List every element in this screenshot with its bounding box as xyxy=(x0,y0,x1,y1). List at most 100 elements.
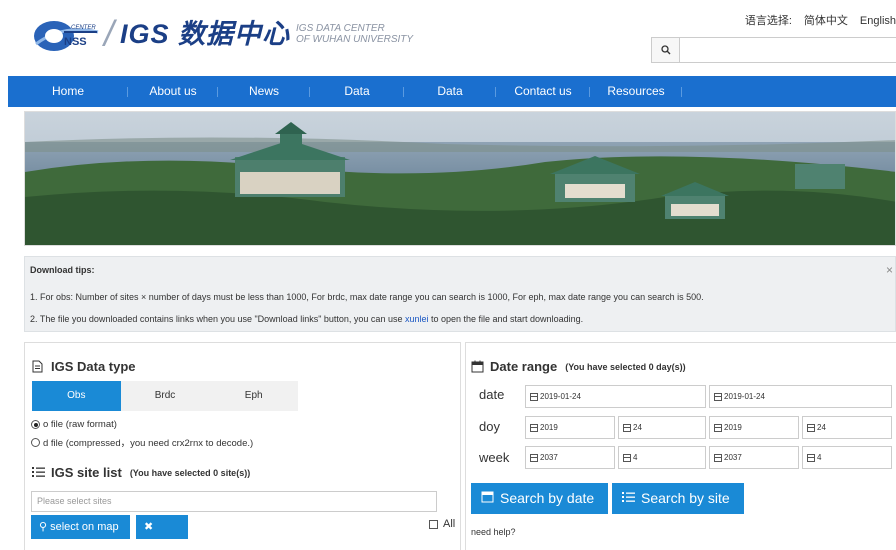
nav-contact-us[interactable]: Contact us xyxy=(496,76,590,107)
week-label: week xyxy=(479,450,510,465)
map-marker-icon: ⚲ xyxy=(39,521,48,533)
close-icon[interactable]: × xyxy=(886,263,893,277)
week-start-field[interactable]: 2037 xyxy=(525,446,615,469)
logo-brand-text: NSS xyxy=(64,36,87,48)
calendar-icon xyxy=(807,453,815,462)
d-file-option[interactable]: d file (compressed，you need crx2rnx to d… xyxy=(31,435,253,449)
site-logo[interactable]: CENTER NSS / IGS 数据中心 IGS DATA CENTER OF… xyxy=(32,14,413,54)
search-button[interactable] xyxy=(652,38,680,62)
date-range-heading: Date range (You have selected 0 day(s)) xyxy=(471,359,686,374)
calendar-icon xyxy=(530,423,538,432)
all-label: All xyxy=(443,518,456,530)
calendar-icon xyxy=(471,360,484,373)
search-icon xyxy=(660,45,670,55)
doy-start-year-value: 2019 xyxy=(540,423,558,432)
nav-home[interactable]: Home xyxy=(8,76,128,107)
nav-data-product[interactable]: Data product xyxy=(310,76,404,129)
data-type-panel: IGS Data type Obs Brdc Eph o file (raw f… xyxy=(24,342,461,550)
xunlei-link[interactable]: xunlei xyxy=(405,314,429,324)
end-date-value: 2019-01-24 xyxy=(724,392,765,401)
list-icon xyxy=(622,483,635,514)
search-by-date-button[interactable]: Search by date xyxy=(471,483,608,514)
date-label: date xyxy=(479,387,505,402)
week-end-dow-field[interactable]: 4 xyxy=(802,446,892,469)
tab-obs[interactable]: Obs xyxy=(32,381,121,411)
search-by-site-button[interactable]: Search by site xyxy=(612,483,744,514)
tip-line-2-start: 2. The file you downloaded contains link… xyxy=(30,314,405,324)
calendar-icon xyxy=(714,423,722,432)
tab-brdc[interactable]: Brdc xyxy=(121,381,210,411)
calendar-icon xyxy=(623,423,631,432)
campus-banner-image xyxy=(24,111,896,246)
nav-about-us[interactable]: About us xyxy=(128,76,218,107)
tip-line-1: 1. For obs: Number of sites × number of … xyxy=(30,292,704,302)
calendar-icon xyxy=(530,392,538,401)
nav-data-status[interactable]: Data status xyxy=(404,76,496,129)
week-start-dow-field[interactable]: 4 xyxy=(618,446,706,469)
radio-o-file[interactable] xyxy=(31,420,40,429)
calendar-icon xyxy=(623,453,631,462)
subtitle-line1: IGS DATA CENTER xyxy=(296,23,385,34)
checkbox-all[interactable] xyxy=(429,519,438,529)
nav-resources[interactable]: Resources xyxy=(590,76,682,107)
week-end-field[interactable]: 2037 xyxy=(709,446,799,469)
site-list-title: IGS site list xyxy=(51,465,122,480)
site-search xyxy=(651,37,896,63)
select-on-map-label: select on map xyxy=(50,521,119,533)
search-by-date-label: Search by date xyxy=(500,490,595,506)
calendar-icon xyxy=(714,453,722,462)
clear-label: clear xyxy=(144,545,168,550)
tip-line-2: 2. The file you downloaded contains link… xyxy=(30,314,583,324)
need-help-link[interactable]: need help? xyxy=(471,527,516,537)
search-input[interactable] xyxy=(680,38,896,62)
doy-start-year-field[interactable]: 2019 xyxy=(525,416,615,439)
end-date-field[interactable]: 2019-01-24 xyxy=(709,385,892,408)
data-type-title: IGS Data type xyxy=(51,359,136,374)
site-list-heading: IGS site list (You have selected 0 site(… xyxy=(32,465,250,480)
data-type-tabs: Obs Brdc Eph xyxy=(32,381,298,411)
calendar-icon xyxy=(530,453,538,462)
select-on-map-button[interactable]: ⚲ select on map xyxy=(31,515,130,539)
gnss-logo-icon: CENTER NSS xyxy=(32,14,100,54)
calendar-icon xyxy=(714,392,722,401)
site-subtitle: IGS DATA CENTER OF WUHAN UNIVERSITY xyxy=(296,23,413,45)
calendar-icon xyxy=(481,483,494,514)
start-date-value: 2019-01-24 xyxy=(540,392,581,401)
tab-eph[interactable]: Eph xyxy=(209,381,298,411)
calendar-icon xyxy=(807,423,815,432)
doy-start-day-value: 24 xyxy=(633,423,642,432)
doy-end-day-value: 24 xyxy=(817,423,826,432)
week-start-dow-value: 4 xyxy=(633,453,638,462)
document-icon xyxy=(32,360,45,373)
doy-end-day-field[interactable]: 24 xyxy=(802,416,892,439)
week-end-value: 2037 xyxy=(724,453,742,462)
doy-label: doy xyxy=(479,419,500,434)
language-selector: 语言选择: 简体中文 English xyxy=(733,12,896,28)
site-title: IGS 数据中心 xyxy=(120,18,291,49)
download-tips: Download tips: × 1. For obs: Number of s… xyxy=(24,256,896,332)
data-type-heading: IGS Data type xyxy=(32,359,136,374)
list-icon xyxy=(32,466,45,479)
select-all-checkbox[interactable]: All xyxy=(429,518,455,530)
radio-d-file[interactable] xyxy=(31,437,40,447)
nav-news[interactable]: News xyxy=(218,76,310,107)
close-icon: ✖ xyxy=(144,521,154,533)
date-range-title: Date range xyxy=(490,359,558,374)
site-select-input[interactable]: Please select sites xyxy=(31,491,437,512)
start-date-field[interactable]: 2019-01-24 xyxy=(525,385,706,408)
site-count-note: (You have selected 0 site(s)) xyxy=(129,467,251,478)
language-label: 语言选择: xyxy=(744,15,792,27)
date-range-panel: Date range (You have selected 0 day(s)) … xyxy=(465,342,896,550)
doy-end-year-value: 2019 xyxy=(724,423,742,432)
day-count-note: (You have selected 0 day(s)) xyxy=(565,361,686,372)
main-nav: Home About us News Data product Data sta… xyxy=(8,76,896,129)
o-file-option[interactable]: o file (raw format) xyxy=(31,419,117,430)
doy-start-day-field[interactable]: 24 xyxy=(618,416,706,439)
o-file-label: o file (raw format) xyxy=(43,419,117,430)
week-start-value: 2037 xyxy=(540,453,558,462)
lang-english-link[interactable]: English xyxy=(860,15,896,27)
logo-divider: / xyxy=(104,13,115,54)
lang-chinese-link[interactable]: 简体中文 xyxy=(804,15,848,27)
doy-end-year-field[interactable]: 2019 xyxy=(709,416,799,439)
clear-button[interactable]: ✖ clear xyxy=(136,515,188,550)
